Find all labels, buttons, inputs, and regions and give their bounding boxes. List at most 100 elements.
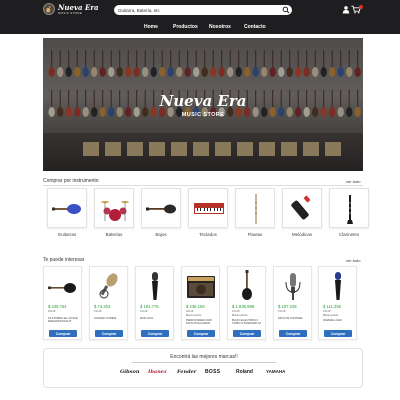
category-label: Guitarras (57, 232, 77, 237)
products-title: Te puede interesar (43, 257, 85, 263)
category-baterias[interactable]: Baterías (94, 188, 134, 237)
guitar-logo-icon (43, 3, 55, 15)
product-card[interactable]: $ 1.835.998 1% off Mismo precio BAJO ELE… (227, 266, 266, 340)
category-image (94, 188, 134, 228)
product-price-note: Mismo precio (186, 314, 202, 317)
product-price: $ 181.776 (140, 304, 159, 309)
product-price: $ 187.228 (278, 304, 297, 309)
product-card[interactable]: $ 449.764 4% off GUITARRA EL CIOCE DREAD… (43, 266, 82, 340)
category-label: Flautas (247, 232, 263, 237)
product-discount: 1% off (140, 310, 148, 313)
wireless-microphone-image (335, 272, 341, 300)
category-guitarras[interactable]: Guitarras (47, 188, 87, 237)
product-discount: 4% off (48, 310, 56, 313)
product-name: Pedfonder 20W 10L5 polgadas (186, 318, 212, 326)
category-teclados[interactable]: Teclados (188, 188, 228, 237)
category-clarinetes[interactable]: Clarinetes (329, 188, 369, 237)
buy-button[interactable]: Comprar (49, 330, 77, 337)
category-image (47, 188, 87, 228)
logo-title: Nueva Era (58, 2, 99, 12)
buy-button[interactable]: Comprar (279, 330, 307, 337)
product-card[interactable]: $ 187.228 1% off MAYUSI KIKONEL Comprar (273, 266, 312, 340)
product-card[interactable]: $ 74.203 1% off CAMAR VOMFE Comprar (89, 266, 128, 340)
nav-nosotros[interactable]: Nosotros (209, 20, 231, 34)
product-discount: 2% off (323, 310, 331, 313)
electric-guitar-icon (52, 204, 81, 214)
amplifier-image (187, 276, 215, 298)
brand-roland-logo[interactable]: Roland (236, 369, 253, 375)
product-price-note: Mismo precio (232, 314, 248, 317)
product-name: CAMAR VOMFE (94, 316, 117, 320)
buy-button[interactable]: Comprar (141, 330, 169, 337)
nav-home[interactable]: Home (144, 20, 158, 34)
logo[interactable]: Nueva Era MUSIC STORE (43, 3, 99, 15)
product-card[interactable]: $ 238.159 4% off Mismo precio Pedfonder … (181, 266, 220, 340)
acoustic-guitar-image (48, 283, 76, 293)
products-see-all[interactable]: ver todo (346, 258, 360, 263)
product-price: $ 238.159 (186, 304, 205, 309)
category-label: Teclados (199, 232, 217, 237)
buy-button[interactable]: Comprar (324, 330, 352, 337)
product-discount: 1% off (278, 310, 286, 313)
cart-badge (359, 5, 363, 9)
bass-guitar-icon (146, 204, 176, 214)
divider (43, 185, 363, 186)
product-card[interactable]: $ 111.256 2% off Mismo precio SMADE LG90… (318, 266, 357, 340)
product-price: $ 1.835.998 (232, 304, 255, 309)
product-discount: 4% off (186, 310, 194, 313)
category-flautas[interactable]: Flautas (235, 188, 275, 237)
condenser-microphone-image (285, 273, 301, 300)
search-input[interactable] (114, 5, 292, 15)
product-price: $ 111.256 (323, 304, 342, 309)
category-image (329, 188, 369, 228)
product-discount: 1% off (232, 310, 240, 313)
category-image (188, 188, 228, 228)
category-melodicas[interactable]: Melódicas (282, 188, 322, 237)
keyboard-icon (194, 203, 224, 214)
brand-boss-logo[interactable]: BOSS (205, 369, 220, 375)
hero-banner: Nueva Era MUSIC STORE (43, 38, 363, 171)
buy-button[interactable]: Comprar (95, 330, 123, 337)
buy-button[interactable]: Comprar (187, 330, 215, 337)
product-price: $ 449.764 (48, 304, 67, 309)
product-name: GUITARRA EL CIOCE DREADNOUGHT (48, 316, 78, 324)
category-image (282, 188, 322, 228)
brands-title: Encontrá las mejores marcas!! (170, 354, 238, 360)
brand-ibanez-logo[interactable]: Ibanez (148, 369, 167, 375)
melodica-icon (291, 195, 311, 220)
category-label: Baterías (105, 232, 123, 237)
handheld-microphone-image (152, 272, 158, 300)
product-price: $ 74.203 (94, 304, 111, 309)
flute-icon (255, 194, 257, 224)
brand-gibson-logo[interactable]: Gibson (120, 369, 139, 375)
hero-title: Nueva Era (159, 92, 247, 110)
search-icon[interactable] (282, 6, 290, 14)
product-price-note: Mismo precio (323, 314, 339, 317)
top-bar: Nueva Era MUSIC STORE Home Productos Nos… (0, 0, 400, 34)
categories-see-all[interactable]: ver todo (346, 179, 360, 184)
product-name: MAYUSI KIKONEL (278, 316, 304, 320)
category-label: Bajos (155, 232, 167, 237)
studio-microphone-image (99, 273, 118, 299)
nav-contacto[interactable]: Contacto (244, 20, 266, 34)
product-name: BAJO ELECTRICO TOBO STANDARD M (232, 318, 261, 326)
brand-fender-logo[interactable]: Fender (177, 369, 196, 375)
product-discount: 1% off (94, 310, 102, 313)
divider (132, 362, 276, 363)
brand-yamaha-logo[interactable]: YAMAHA (266, 369, 285, 374)
category-image (235, 188, 275, 228)
category-image (141, 188, 181, 228)
category-label: Melódicas (291, 232, 313, 237)
logo-subtitle: MUSIC STORE (58, 10, 83, 15)
buy-button[interactable]: Comprar (233, 330, 261, 337)
category-bajos[interactable]: Bajos (141, 188, 181, 237)
main-nav: Home Productos Nosotros Contacto (0, 20, 400, 34)
nav-productos[interactable]: Productos (173, 20, 198, 34)
brands-panel: Encontrá las mejores marcas!! Gibson Iba… (43, 348, 363, 388)
product-card[interactable]: $ 181.776 1% off ECD AKG Comprar (135, 266, 174, 340)
drum-kit-icon (101, 201, 129, 221)
bass-guitar-image (242, 270, 252, 300)
user-icon[interactable] (342, 5, 350, 14)
clarinet-icon (347, 195, 353, 224)
product-name: ECD AKG (140, 316, 154, 320)
